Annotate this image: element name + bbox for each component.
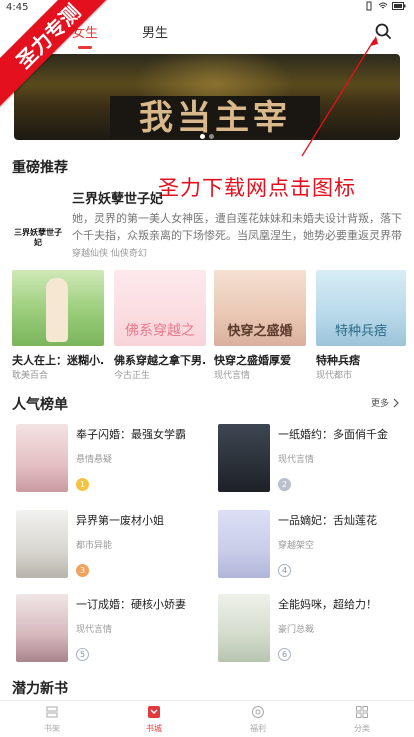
- grid-cover-1[interactable]: [12, 270, 104, 346]
- grid-title-3[interactable]: 快穿之盛婚厚爱: [214, 352, 306, 368]
- rank-badge-5: 5: [76, 648, 89, 661]
- nav-label-bookstore: 书城: [146, 724, 162, 733]
- nav-bookshelf[interactable]: 书架: [12, 705, 92, 734]
- grid-cover-4[interactable]: 特种兵痞: [316, 270, 406, 346]
- nav-label-category: 分类: [354, 724, 370, 733]
- rank-title-2[interactable]: 一纸婚约：多面俏千金: [278, 426, 388, 442]
- grid-tag-3: 现代言情: [214, 371, 251, 381]
- section-title-potential: 潜力新书: [12, 681, 68, 697]
- status-icons: [364, 1, 406, 11]
- grid-title-4[interactable]: 特种兵痞: [316, 352, 408, 368]
- more-label: 更多: [370, 399, 389, 409]
- rank-medal-2: 2: [278, 478, 291, 491]
- featured-cover[interactable]: 三界妖孽世子妃: [12, 188, 64, 256]
- wifi-icon: [378, 2, 388, 9]
- banner-dots: [200, 134, 214, 139]
- vibrate-icon: [366, 1, 372, 11]
- rank-title-6[interactable]: 全能妈咪，超给力！: [278, 596, 377, 612]
- grid-title-1[interactable]: 夫人在上：迷糊小...: [12, 352, 104, 368]
- grid-tag-1: 耽美百合: [12, 371, 49, 381]
- grid-title-2[interactable]: 佛系穿越之拿下男...: [114, 352, 206, 368]
- annotation-arrow: [301, 36, 378, 157]
- rank-cover-1[interactable]: [16, 424, 68, 492]
- featured-cover-text: 三界妖孽世子妃: [14, 228, 62, 247]
- rank-tag-5: 现代言情: [76, 625, 113, 635]
- category-icon: [356, 706, 368, 718]
- featured-title[interactable]: 三界妖孽世子妃: [72, 188, 163, 207]
- section-title-featured: 重磅推荐: [12, 160, 68, 176]
- rank-medal-3: 3: [76, 564, 89, 577]
- featured-tags: 穿越仙侠 仙侠奇幻: [72, 249, 147, 259]
- grid-tag-2: 今古正生: [114, 371, 151, 381]
- rank-tag-6: 豪门总裁: [278, 625, 315, 635]
- section-title-popular: 人气榜单: [12, 397, 68, 413]
- more-link[interactable]: 更多: [371, 396, 400, 409]
- banner-title: 我当主宰: [110, 96, 320, 138]
- nav-category[interactable]: 分类: [322, 705, 402, 734]
- rank-cover-2[interactable]: [218, 424, 270, 492]
- rank-cover-5[interactable]: [16, 594, 68, 662]
- rank-tag-1: 悬情悬疑: [76, 455, 113, 465]
- rank-cover-6[interactable]: [218, 594, 270, 662]
- annotation-text: 圣力下载网点击图标: [158, 176, 356, 200]
- chevron-right-icon: [393, 398, 399, 407]
- rank-cover-3[interactable]: [16, 510, 68, 578]
- rank-cover-4[interactable]: [218, 510, 270, 578]
- gender-tabs: 女生 男生: [72, 22, 168, 49]
- rank-tag-3: 都市异能: [76, 541, 113, 551]
- bookshelf-icon: [46, 706, 58, 718]
- tab-male[interactable]: 男生: [142, 22, 168, 41]
- grid-cover-3[interactable]: 快穿之盛婚: [214, 270, 306, 346]
- rank-title-1[interactable]: 奉子闪婚：最强女学霸: [76, 426, 186, 442]
- rank-badge-6: 6: [278, 648, 291, 661]
- nav-label-welfare: 福利: [250, 724, 266, 733]
- battery-icon: [392, 2, 406, 10]
- rank-tag-2: 现代言情: [278, 455, 315, 465]
- bottom-nav: 书架 书城 福利 分类: [0, 700, 414, 737]
- nav-welfare[interactable]: 福利: [218, 705, 298, 734]
- rank-tag-4: 穿越架空: [278, 541, 315, 551]
- grid-cover-2[interactable]: 佛系穿越之: [114, 270, 206, 346]
- nav-label-bookshelf: 书架: [44, 724, 60, 733]
- rank-badge-4: 4: [278, 564, 291, 577]
- grid-tag-4: 现代都市: [316, 371, 353, 381]
- welfare-icon: [252, 706, 264, 718]
- rank-title-3[interactable]: 异界第一废材小姐: [76, 512, 164, 528]
- featured-desc: 她，灵界的第一美人女神医，遭自莲花妹妹和未婚夫设计背叛，落下个千夫指，众叛亲离的…: [72, 212, 402, 242]
- rank-title-4[interactable]: 一品嫡妃：舌灿莲花: [278, 512, 377, 528]
- nav-bookstore[interactable]: 书城: [114, 705, 194, 734]
- rank-medal-1: 1: [76, 478, 89, 491]
- bookstore-icon: [148, 706, 160, 718]
- rank-title-5[interactable]: 一订成婚：硬核小娇妻: [76, 596, 186, 612]
- status-time: 4:45: [6, 2, 29, 13]
